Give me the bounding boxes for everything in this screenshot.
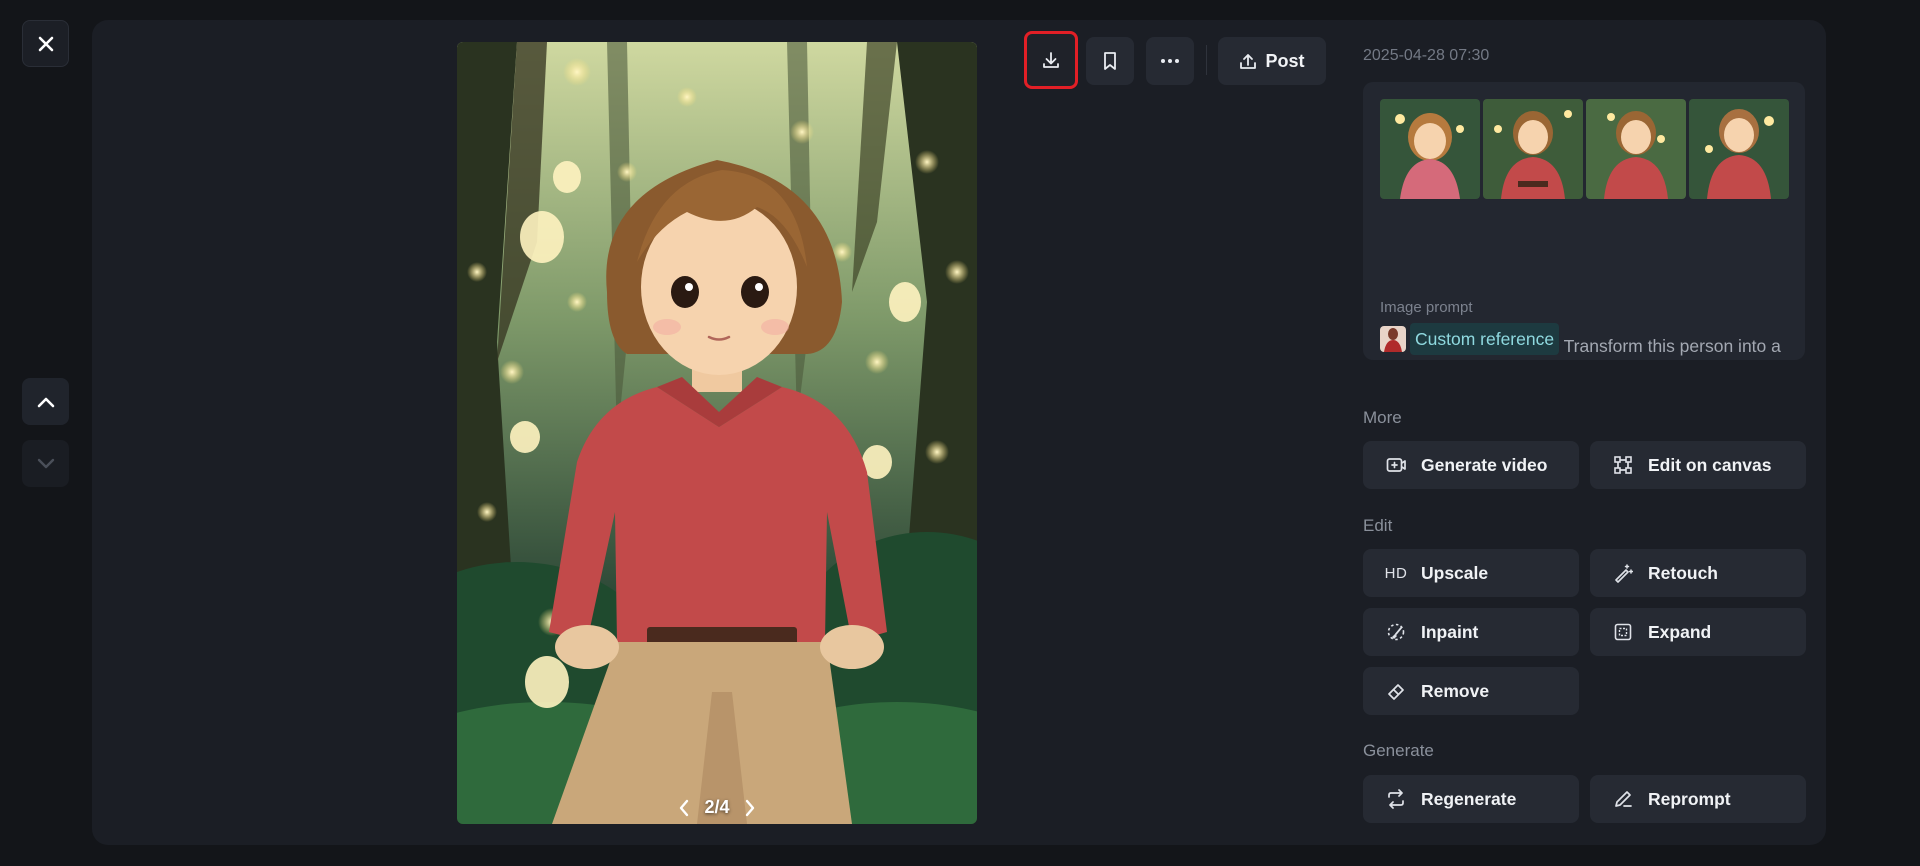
prompt-text-block: Custom reference Transform this person i… bbox=[1380, 323, 1790, 360]
thumbnail-strip bbox=[1380, 99, 1789, 199]
more-icon bbox=[1161, 59, 1179, 63]
generate-video-label: Generate video bbox=[1421, 454, 1548, 475]
remove-button[interactable]: Remove bbox=[1363, 667, 1579, 715]
upscale-button[interactable]: HD Upscale bbox=[1363, 549, 1579, 597]
prompt-label: Image prompt bbox=[1380, 299, 1473, 316]
section-label-more: More bbox=[1363, 408, 1402, 427]
retouch-button[interactable]: Retouch bbox=[1590, 549, 1806, 597]
upscale-label: Upscale bbox=[1421, 562, 1489, 583]
regenerate-label: Regenerate bbox=[1421, 788, 1517, 809]
video-plus-icon bbox=[1386, 458, 1406, 472]
expand-button[interactable]: Expand bbox=[1590, 608, 1806, 656]
download-icon bbox=[1043, 52, 1059, 68]
thumbnail-1[interactable] bbox=[1380, 99, 1480, 199]
generate-video-button[interactable]: Generate video bbox=[1363, 441, 1579, 489]
more-options-button[interactable] bbox=[1146, 37, 1194, 85]
thumbnail-image bbox=[1483, 99, 1583, 199]
hd-icon: HD bbox=[1384, 564, 1408, 582]
section-label-edit: Edit bbox=[1363, 516, 1393, 535]
edit-on-canvas-button[interactable]: Edit on canvas bbox=[1590, 441, 1806, 489]
next-item-button[interactable] bbox=[22, 440, 69, 487]
bookmark-icon bbox=[1104, 52, 1116, 70]
prompt-card: Image prompt Custom reference Transform … bbox=[1363, 82, 1805, 360]
chevron-right-icon bbox=[745, 799, 754, 816]
magic-wand-icon bbox=[1615, 564, 1633, 583]
brush-selection-icon bbox=[1387, 623, 1405, 641]
image-pager: 2/4 bbox=[457, 797, 977, 818]
reprompt-button[interactable]: Reprompt bbox=[1590, 775, 1806, 823]
inpaint-button[interactable]: Inpaint bbox=[1363, 608, 1579, 656]
download-button[interactable] bbox=[1024, 31, 1078, 89]
regenerate-icon bbox=[1388, 789, 1404, 809]
post-button[interactable]: Post bbox=[1218, 37, 1326, 85]
inpaint-label: Inpaint bbox=[1421, 621, 1479, 642]
next-image-button[interactable] bbox=[744, 799, 756, 817]
chevron-left-icon bbox=[680, 799, 689, 816]
thumbnail-3[interactable] bbox=[1586, 99, 1686, 199]
timestamp: 2025-04-28 07:30 bbox=[1363, 47, 1490, 64]
remove-label: Remove bbox=[1421, 680, 1490, 701]
reprompt-label: Reprompt bbox=[1648, 788, 1731, 809]
reference-thumbnail bbox=[1380, 326, 1406, 352]
thumbnail-4[interactable] bbox=[1689, 99, 1789, 199]
reference-tag: Custom reference bbox=[1410, 323, 1560, 355]
thumbnail-image bbox=[1380, 99, 1480, 199]
main-image[interactable]: 2/4 bbox=[457, 42, 977, 824]
toolbar-divider bbox=[1206, 45, 1207, 75]
edit-on-canvas-label: Edit on canvas bbox=[1648, 454, 1772, 475]
post-label: Post bbox=[1265, 50, 1305, 71]
bookmark-button[interactable] bbox=[1086, 37, 1134, 85]
close-button[interactable] bbox=[22, 20, 69, 67]
custom-reference-chip[interactable]: Custom reference bbox=[1380, 323, 1560, 355]
retouch-label: Retouch bbox=[1648, 562, 1718, 583]
canvas-icon bbox=[1614, 456, 1632, 474]
pencil-icon bbox=[1615, 791, 1632, 807]
thumbnail-2[interactable] bbox=[1483, 99, 1583, 199]
upload-icon bbox=[1240, 54, 1257, 69]
chevron-up-icon bbox=[37, 397, 54, 407]
expand-icon bbox=[1614, 623, 1632, 641]
thumbnail-image bbox=[1586, 99, 1686, 199]
chevron-down-icon bbox=[37, 458, 54, 468]
expand-label: Expand bbox=[1648, 621, 1712, 642]
prev-image-button[interactable] bbox=[678, 799, 690, 817]
previous-item-button[interactable] bbox=[22, 378, 69, 425]
eraser-icon bbox=[1388, 684, 1404, 700]
image-page-indicator: 2/4 bbox=[704, 797, 730, 817]
regenerate-button[interactable]: Regenerate bbox=[1363, 775, 1579, 823]
section-label-generate: Generate bbox=[1363, 741, 1434, 760]
ghibli-girl-forest-image bbox=[457, 42, 977, 824]
close-icon bbox=[38, 36, 53, 51]
thumbnail-image bbox=[1689, 99, 1789, 199]
